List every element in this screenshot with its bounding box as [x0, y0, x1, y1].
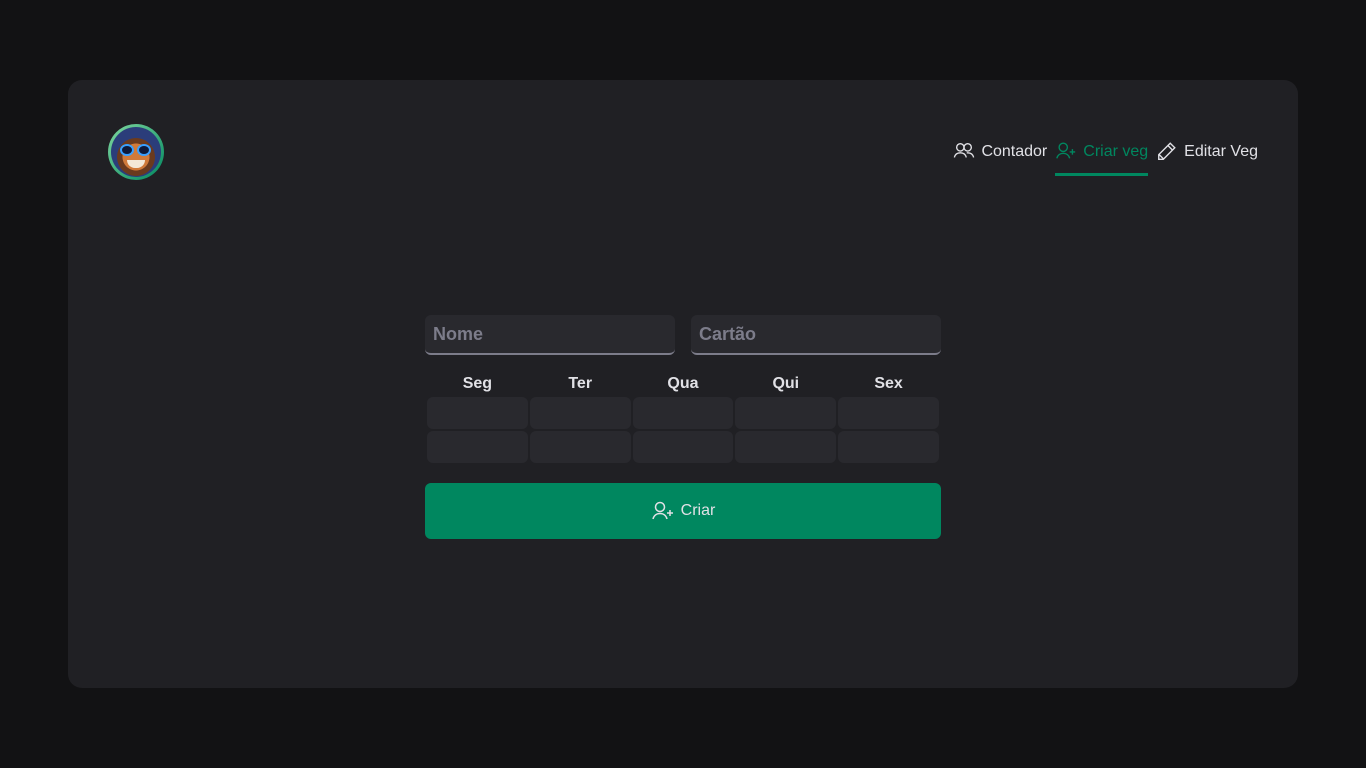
schedule-cell-ter-2[interactable] — [529, 431, 631, 463]
user-plus-icon — [1056, 142, 1076, 159]
criar-button[interactable]: Criar — [425, 483, 941, 539]
day-header: Seg — [462, 375, 493, 392]
schedule-cell-seg-2[interactable] — [427, 431, 528, 463]
avatar-image — [111, 127, 161, 177]
nav-item-editar-veg[interactable]: Editar Veg — [1156, 136, 1258, 176]
nav-item-criar-veg[interactable]: Criar veg — [1055, 136, 1149, 176]
nav-item-contador[interactable]: Contador — [953, 136, 1047, 176]
main-card: Contador Criar veg Editar Veg Seg Ter Qu… — [68, 80, 1298, 688]
create-veg-form: Seg Ter Qua Qui Sex Criar — [425, 315, 941, 539]
schedule-cell-qui-1[interactable] — [735, 397, 837, 429]
avatar[interactable] — [108, 124, 164, 180]
schedule-cell-qui-2[interactable] — [735, 431, 837, 463]
top-nav: Contador Criar veg Editar Veg — [953, 136, 1258, 176]
schedule-cell-sex-1[interactable] — [838, 397, 939, 429]
schedule-grid: Seg Ter Qua Qui Sex — [425, 373, 941, 463]
criar-button-label: Criar — [680, 502, 716, 519]
schedule-cell-ter-1[interactable] — [529, 397, 631, 429]
user-plus-icon — [651, 501, 673, 520]
pencil-icon — [1158, 142, 1176, 160]
day-header: Qua — [667, 375, 699, 392]
schedule-cell-sex-2[interactable] — [838, 431, 939, 463]
day-header: Sex — [874, 375, 903, 392]
nav-label: Editar Veg — [1184, 143, 1258, 160]
cartao-input[interactable] — [691, 315, 941, 355]
users-icon — [954, 142, 975, 158]
nav-label: Criar veg — [1083, 143, 1149, 160]
day-header: Ter — [568, 375, 593, 392]
nav-label: Contador — [981, 143, 1048, 160]
nome-input[interactable] — [425, 315, 675, 355]
schedule-cell-seg-1[interactable] — [427, 397, 528, 429]
day-header: Qui — [772, 375, 800, 392]
schedule-cell-qua-2[interactable] — [632, 431, 734, 463]
schedule-cell-qua-1[interactable] — [632, 397, 734, 429]
